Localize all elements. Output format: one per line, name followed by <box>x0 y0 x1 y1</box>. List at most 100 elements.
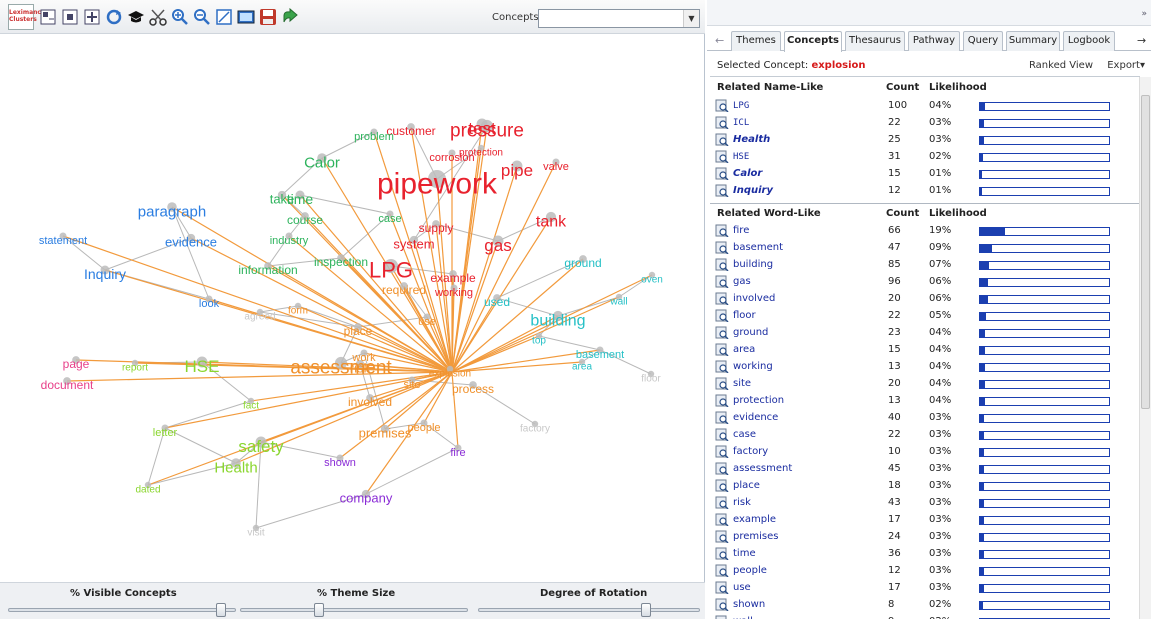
magnifier-icon[interactable] <box>715 224 729 238</box>
concept-label-course[interactable]: course <box>287 213 323 227</box>
list-item[interactable]: building 85 07% <box>715 257 1130 274</box>
concept-label-inspection[interactable]: inspection <box>314 255 368 269</box>
expand-map-icon[interactable] <box>82 7 102 27</box>
concept-label-company[interactable]: company <box>340 491 393 506</box>
concept-name[interactable]: time <box>733 548 756 559</box>
concept-label-time[interactable]: time <box>287 191 314 207</box>
concept-label-test[interactable]: test <box>468 119 496 138</box>
list-item[interactable]: wall902% <box>715 614 1130 619</box>
concept-label-factory[interactable]: factory <box>520 424 550 435</box>
concepts-dropdown[interactable]: ▼ <box>538 9 700 28</box>
concept-name[interactable]: Calor <box>733 168 762 179</box>
concept-label-calor[interactable]: Calor <box>304 154 340 171</box>
magnifier-icon[interactable] <box>715 513 729 527</box>
list-item[interactable]: assessment 45 03% <box>715 461 1130 478</box>
concept-label-building[interactable]: building <box>530 313 585 330</box>
image-export-icon[interactable] <box>236 7 256 27</box>
concept-label-paragraph[interactable]: paragraph <box>138 203 206 220</box>
concept-name[interactable]: LPG <box>733 101 749 111</box>
concept-label-visit[interactable]: visit <box>247 528 264 539</box>
concept-label-assessment[interactable]: assessment <box>290 358 392 379</box>
visible-concepts-slider-thumb[interactable] <box>216 603 227 617</box>
tab-thesaurus[interactable]: Thesaurus <box>845 31 905 51</box>
concept-name[interactable]: place <box>733 480 760 491</box>
theme-size-slider[interactable] <box>240 603 468 617</box>
center-map-icon[interactable] <box>60 7 80 27</box>
concept-label-oven[interactable]: oven <box>641 275 663 286</box>
magnifier-icon[interactable] <box>715 547 729 561</box>
magnifier-icon[interactable] <box>715 258 729 272</box>
concept-label-protection[interactable]: protection <box>459 148 503 159</box>
concept-label-statement[interactable]: statement <box>39 235 87 247</box>
magnifier-icon[interactable] <box>715 133 729 147</box>
scrollbar-thumb[interactable] <box>1141 95 1150 409</box>
magnifier-icon[interactable] <box>715 479 729 493</box>
zoom-out-icon[interactable] <box>192 7 212 27</box>
likelihood-header[interactable]: Likelihood <box>929 82 987 93</box>
scissors-icon[interactable] <box>148 7 168 27</box>
list-item[interactable]: floor 22 05% <box>715 308 1130 325</box>
concept-name[interactable]: area <box>733 344 755 355</box>
concept-label-valve[interactable]: valve <box>543 161 569 173</box>
list-item[interactable]: premises 24 03% <box>715 529 1130 546</box>
list-item[interactable]: use 17 03% <box>715 580 1130 597</box>
concept-name[interactable]: people <box>733 565 767 576</box>
concept-name[interactable]: example <box>733 514 776 525</box>
concept-label-look[interactable]: look <box>199 298 220 310</box>
concept-name[interactable]: basement <box>733 242 783 253</box>
magnifier-icon[interactable] <box>715 360 729 374</box>
concept-name[interactable]: ICL <box>733 118 749 128</box>
ranked-view-button[interactable]: Ranked View <box>1029 60 1093 71</box>
magnifier-icon[interactable] <box>715 496 729 510</box>
concept-name[interactable]: fire <box>733 225 749 236</box>
tab-scroll-right-icon[interactable]: → <box>1137 34 1146 47</box>
magnifier-icon[interactable] <box>715 462 729 476</box>
magnifier-icon[interactable] <box>715 581 729 595</box>
magnifier-icon[interactable] <box>715 184 729 198</box>
concept-name[interactable]: evidence <box>733 412 778 423</box>
graduation-cap-icon[interactable] <box>126 7 146 27</box>
concept-label-document[interactable]: document <box>41 378 94 392</box>
theme-size-slider-thumb[interactable] <box>314 603 325 617</box>
visible-concepts-slider[interactable] <box>8 603 236 617</box>
list-item[interactable]: LPG 100 04% <box>715 98 1130 115</box>
concept-label-health[interactable]: Health <box>214 459 257 476</box>
concept-label-place[interactable]: place <box>344 324 373 338</box>
list-item[interactable]: time 36 03% <box>715 546 1130 563</box>
concept-label-industry[interactable]: industry <box>270 235 309 247</box>
magnifier-icon[interactable] <box>715 167 729 181</box>
list-item[interactable]: HSE 31 02% <box>715 149 1130 166</box>
tab-concepts[interactable]: Concepts <box>784 31 842 52</box>
concept-label-site[interactable]: site <box>403 379 420 391</box>
collapse-icon[interactable]: » <box>1141 9 1147 19</box>
list-item[interactable]: ICL 22 03% <box>715 115 1130 132</box>
list-item[interactable]: gas 96 06% <box>715 274 1130 291</box>
tab-query[interactable]: Query <box>963 31 1003 51</box>
concept-label-information[interactable]: information <box>238 263 297 277</box>
concept-label-safety[interactable]: safety <box>238 437 284 456</box>
concept-label-form[interactable]: form <box>288 306 308 317</box>
concept-name[interactable]: HSE <box>733 152 749 162</box>
concept-label-pipework[interactable]: pipework <box>377 168 498 201</box>
concept-label-report[interactable]: report <box>122 363 148 374</box>
count-header[interactable]: Count <box>886 82 919 93</box>
concept-label-system[interactable]: system <box>393 237 434 252</box>
list-item[interactable]: people 12 03% <box>715 563 1130 580</box>
concept-name[interactable]: ground <box>733 327 768 338</box>
concept-name[interactable]: premises <box>733 531 778 542</box>
concept-label-page[interactable]: page <box>63 357 90 371</box>
concept-label-gas[interactable]: gas <box>484 236 511 255</box>
list-item[interactable]: example 17 03% <box>715 512 1130 529</box>
magnifier-icon[interactable] <box>715 150 729 164</box>
list-item[interactable]: place 18 03% <box>715 478 1130 495</box>
export-menu[interactable]: Export▾ <box>1107 60 1145 71</box>
magnifier-icon[interactable] <box>715 99 729 113</box>
concept-label-problem[interactable]: problem <box>354 131 394 143</box>
likelihood-header[interactable]: Likelihood <box>929 208 987 219</box>
concept-name[interactable]: protection <box>733 395 784 406</box>
concept-label-supply[interactable]: supply <box>419 221 454 235</box>
concept-label-floor[interactable]: floor <box>641 374 661 385</box>
tab-logbook[interactable]: Logbook <box>1063 31 1115 51</box>
magnifier-icon[interactable] <box>715 428 729 442</box>
magnifier-icon[interactable] <box>715 326 729 340</box>
